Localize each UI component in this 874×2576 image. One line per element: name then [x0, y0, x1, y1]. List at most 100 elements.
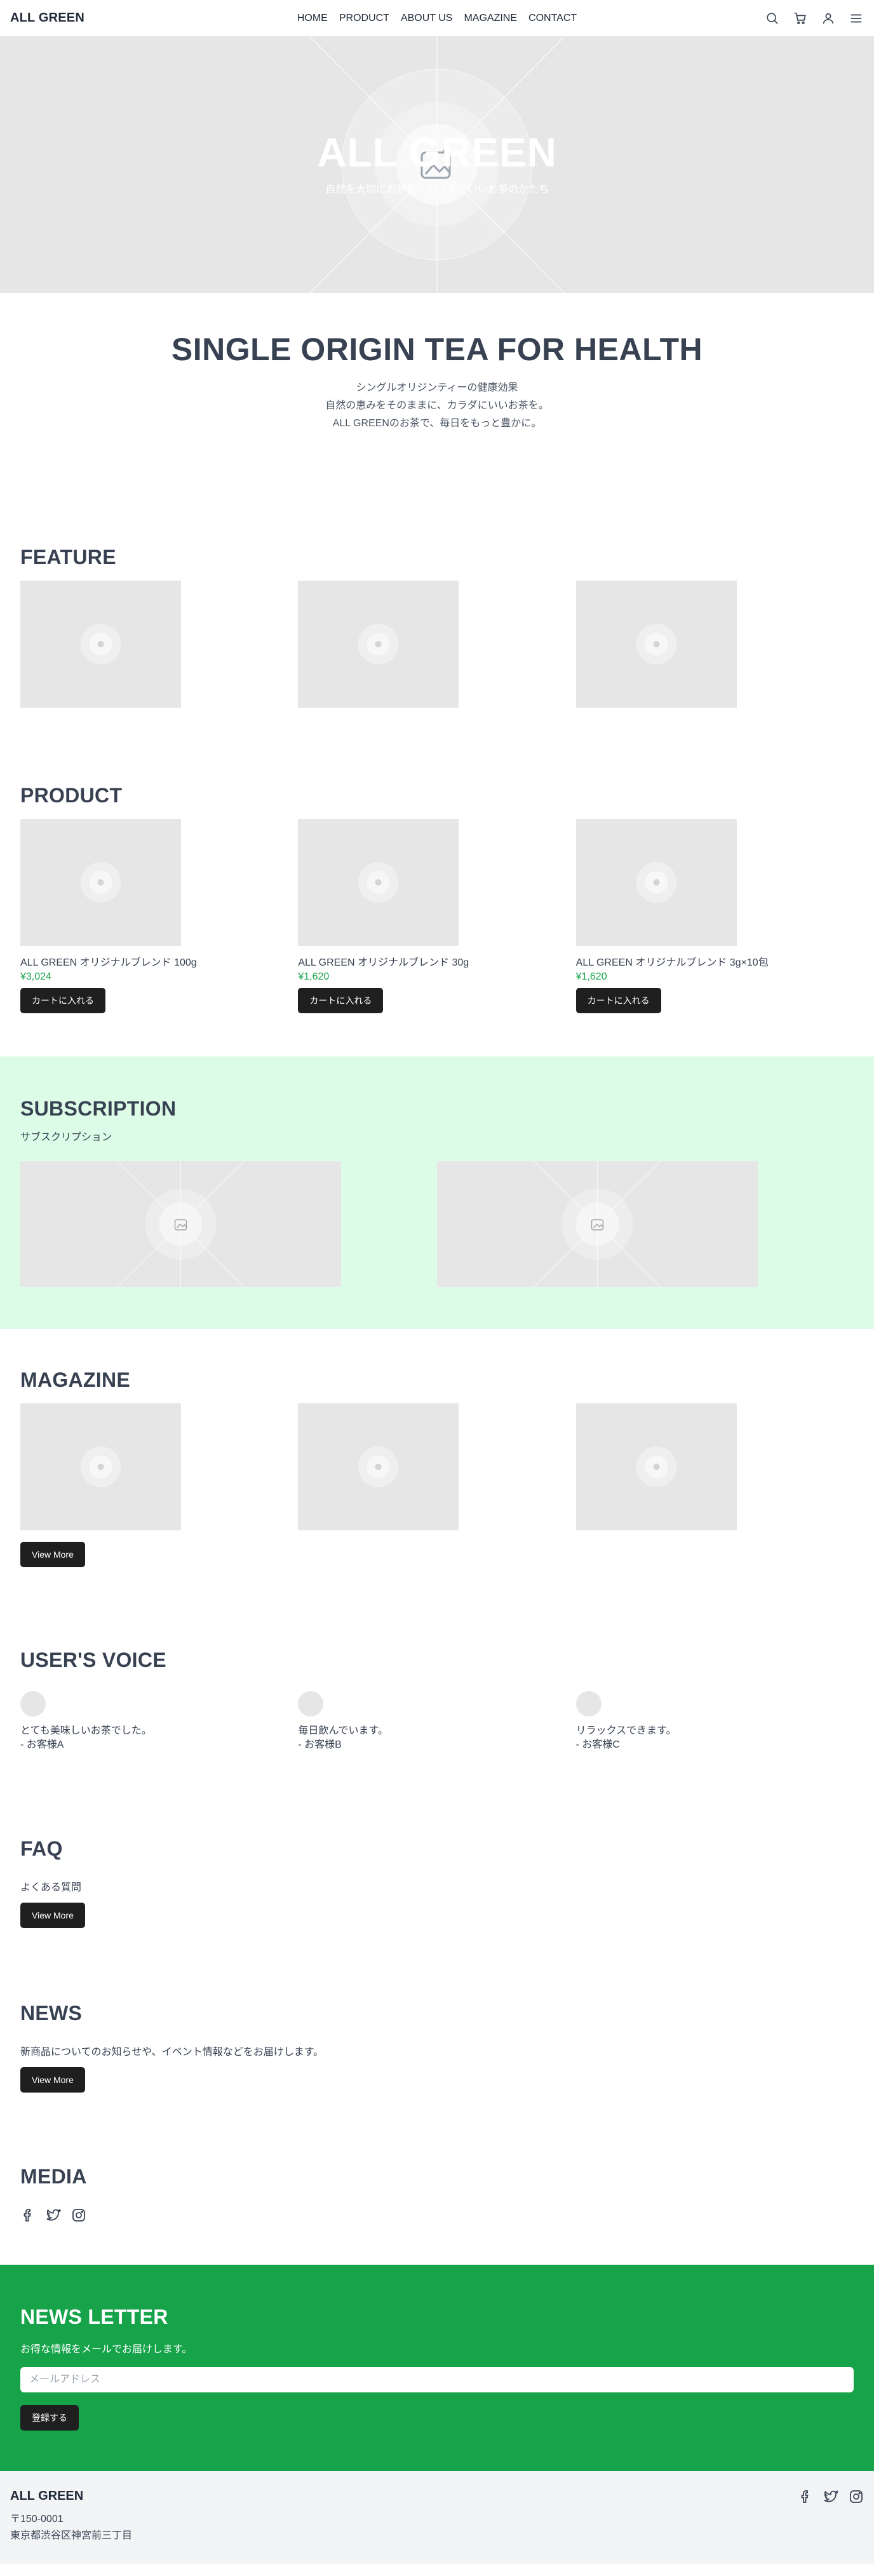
product-price: ¥3,024 — [20, 971, 51, 982]
product-section: PRODUCT ALL GREEN オリジナルブレンド 100g ¥3,024 … — [0, 784, 874, 1056]
hero-subtitle: 自然を大切にお茶を、カラダにいいお茶のかたち — [325, 184, 549, 195]
newsletter-title: NEWS LETTER — [20, 2305, 168, 2328]
nav-about-us[interactable]: ABOUT US — [401, 13, 453, 24]
subscribe-button[interactable]: 登録する — [20, 2405, 79, 2431]
image-placeholder-icon — [117, 1161, 245, 1287]
instagram-icon[interactable] — [71, 2208, 86, 2223]
testimonial-text: 毎日飲んでいます。 — [298, 1725, 388, 1736]
instagram-icon[interactable] — [849, 2489, 864, 2504]
nav-magazine[interactable]: MAGAZINE — [464, 13, 517, 24]
news-view-more-button[interactable]: View More — [20, 2067, 85, 2093]
image-placeholder-icon — [534, 1161, 661, 1287]
media-title: MEDIA — [20, 2165, 87, 2188]
magazine-image[interactable] — [20, 1403, 181, 1530]
product-card: ALL GREEN オリジナルブレンド 100g ¥3,024 カートに入れる — [20, 819, 298, 1013]
twitter-icon[interactable] — [823, 2489, 838, 2504]
site-header: ALL GREEN HOME PRODUCT ABOUT US MAGAZINE… — [0, 0, 874, 37]
magazine-section: MAGAZINE View More — [0, 1329, 874, 1649]
feature-image[interactable] — [575, 581, 737, 708]
testimonial: リラックスできます。 - お客様C — [575, 1691, 854, 1752]
testimonial-text: とても美味しいお茶でした。 — [20, 1725, 152, 1736]
image-placeholder-icon — [358, 862, 399, 903]
product-image[interactable] — [575, 819, 737, 946]
user-icon[interactable] — [821, 11, 836, 26]
cart-icon[interactable] — [793, 11, 808, 26]
email-field[interactable] — [20, 2367, 854, 2392]
search-icon[interactable] — [765, 11, 780, 26]
footer-social-links — [798, 2489, 864, 2546]
feature-title: FEATURE — [20, 546, 116, 569]
news-section: NEWS 新商品についてのお知らせや、イベント情報などをお届けします。 View… — [0, 2002, 874, 2165]
image-placeholder-icon — [80, 862, 121, 903]
product-price: ¥1,620 — [298, 971, 330, 982]
intro-section: SINGLE ORIGIN TEA FOR HEALTH シングルオリジンティー… — [0, 293, 874, 490]
product-image[interactable] — [298, 819, 459, 946]
intro-line-1: シングルオリジンティーの健康効果 — [356, 382, 518, 393]
faq-title: FAQ — [20, 1837, 63, 1860]
testimonial-text: リラックスできます。 — [575, 1725, 676, 1736]
feature-image[interactable] — [20, 581, 181, 708]
faq-view-more-button[interactable]: View More — [20, 1903, 85, 1928]
news-title: NEWS — [20, 2002, 83, 2025]
avatar — [575, 1691, 602, 1716]
add-to-cart-button[interactable]: カートに入れる — [575, 988, 661, 1013]
image-placeholder-icon — [80, 624, 121, 664]
feature-section: FEATURE — [0, 490, 874, 784]
add-to-cart-button[interactable]: カートに入れる — [20, 988, 105, 1013]
avatar — [298, 1691, 324, 1716]
faq-description: よくある質問 — [20, 1882, 82, 1893]
site-footer: ALL GREEN 〒150-0001 東京都渋谷区神宮前三丁目 — [0, 2471, 874, 2564]
main-nav: HOME PRODUCT ABOUT US MAGAZINE CONTACT — [297, 13, 577, 24]
users-voice-title: USER'S VOICE — [20, 1649, 166, 1671]
facebook-icon[interactable] — [20, 2208, 36, 2223]
newsletter-description: お得な情報をメールでお届けします。 — [20, 2344, 192, 2355]
footer-logo[interactable]: ALL GREEN — [10, 2489, 132, 2504]
magazine-image[interactable] — [575, 1403, 737, 1530]
image-placeholder-icon — [358, 624, 399, 664]
intro-line-3: ALL GREENのお茶で、毎日をもっと豊かに。 — [332, 418, 542, 429]
magazine-view-more-button[interactable]: View More — [20, 1542, 85, 1567]
subscription-image[interactable] — [437, 1161, 758, 1287]
newsletter-section: NEWS LETTER お得な情報をメールでお届けします。 登録する — [0, 2265, 874, 2471]
subscription-image[interactable] — [20, 1161, 341, 1287]
facebook-icon[interactable] — [798, 2489, 813, 2504]
product-image[interactable] — [20, 819, 181, 946]
footer-address: 東京都渋谷区神宮前三丁目 — [10, 2530, 133, 2541]
twitter-icon[interactable] — [46, 2208, 61, 2223]
testimonial: とても美味しいお茶でした。 - お客様A — [20, 1691, 298, 1752]
nav-contact[interactable]: CONTACT — [528, 13, 577, 24]
product-price: ¥1,620 — [575, 971, 607, 982]
subscription-description: サブスクリプション — [20, 1132, 112, 1143]
nav-home[interactable]: HOME — [297, 13, 328, 24]
magazine-title: MAGAZINE — [20, 1368, 131, 1391]
product-name[interactable]: ALL GREEN オリジナルブレンド 30g — [298, 954, 575, 969]
testimonial: 毎日飲んでいます。 - お客様B — [298, 1691, 575, 1752]
hero-title: ALL GREEN — [317, 130, 557, 175]
image-placeholder-icon — [358, 1446, 399, 1487]
subscription-section: SUBSCRIPTION サブスクリプション — [0, 1056, 874, 1329]
magazine-image[interactable] — [298, 1403, 459, 1530]
testimonial-author: - お客様A — [20, 1739, 64, 1750]
product-title: PRODUCT — [20, 784, 123, 807]
product-name[interactable]: ALL GREEN オリジナルブレンド 100g — [20, 954, 298, 969]
intro-heading: SINGLE ORIGIN TEA FOR HEALTH — [171, 332, 703, 367]
image-placeholder-icon — [80, 1446, 121, 1487]
users-voice-section: USER'S VOICE とても美味しいお茶でした。 - お客様A 毎日飲んでい… — [0, 1649, 874, 1837]
avatar — [20, 1691, 46, 1716]
intro-line-2: 自然の恵みをそのままに、カラダにいいお茶を。 — [325, 400, 549, 411]
testimonial-author: - お客様B — [298, 1739, 342, 1750]
product-name[interactable]: ALL GREEN オリジナルブレンド 3g×10包 — [576, 954, 854, 969]
header-actions — [765, 11, 864, 26]
image-placeholder-icon — [636, 1446, 677, 1487]
product-card: ALL GREEN オリジナルブレンド 30g ¥1,620 カートに入れる — [298, 819, 575, 1013]
site-logo[interactable]: ALL GREEN — [10, 11, 84, 25]
menu-icon[interactable] — [849, 11, 864, 26]
nav-product[interactable]: PRODUCT — [339, 13, 389, 24]
image-placeholder-icon — [636, 862, 677, 903]
subscription-title: SUBSCRIPTION — [20, 1097, 177, 1120]
media-section: MEDIA — [0, 2165, 874, 2265]
feature-image[interactable] — [298, 581, 459, 708]
faq-section: FAQ よくある質問 View More — [0, 1837, 874, 2002]
add-to-cart-button[interactable]: カートに入れる — [298, 988, 384, 1013]
testimonial-author: - お客様C — [575, 1739, 620, 1750]
